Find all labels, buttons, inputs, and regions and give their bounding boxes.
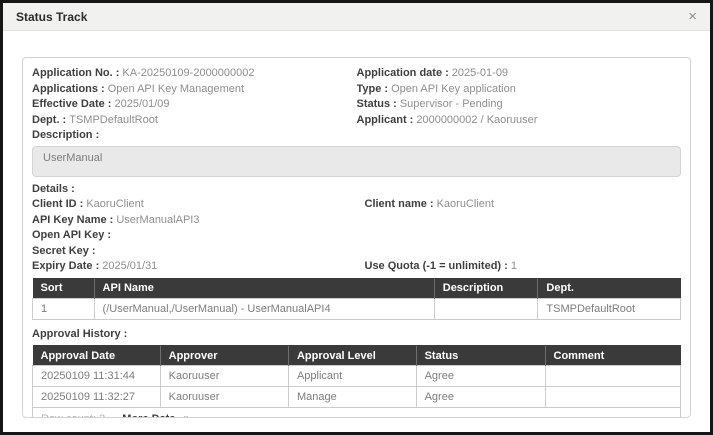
approval-header-approver: Approver (160, 346, 288, 366)
field-description: Description : (32, 128, 357, 144)
field-dept-label: Dept. : (32, 114, 66, 126)
field-expiry-date: Expiry Date :2025/01/31 (32, 259, 357, 275)
field-client-name-label: Client name : (365, 198, 434, 210)
approval-header-date: Approval Date (33, 346, 161, 366)
row-count-value: 2 (99, 413, 105, 418)
field-status: Status :Supervisor - Pending (357, 97, 682, 113)
field-client-id-label: Client ID : (32, 198, 83, 210)
field-open-api-key-label: Open API Key : (32, 229, 111, 241)
api-table: Sort API Name Description Dept. 1 (/User… (32, 278, 681, 320)
modal-body: Application No. :KA-20250109-2000000002 … (3, 31, 710, 418)
field-description-label: Description : (32, 129, 99, 141)
field-dept-value: TSMPDefaultRoot (69, 114, 158, 126)
field-effective-date: Effective Date :2025/01/09 (32, 97, 357, 113)
details-right: Client name :KaoruClient Use Quota (-1 =… (357, 182, 682, 275)
field-api-key-name: API Key Name :UserManualAPI3 (32, 213, 357, 229)
approval-history-table: Approval Date Approver Approval Level St… (32, 345, 681, 418)
field-dept: Dept. :TSMPDefaultRoot (32, 113, 357, 129)
approval-cell-date: 20250109 11:32:27 (33, 387, 161, 408)
field-expiry-date-label: Expiry Date : (32, 260, 99, 272)
api-table-header-sort: Sort (33, 278, 95, 298)
row-count-label: Row count: (41, 413, 96, 418)
field-application-date: Application date :2025-01-09 (357, 66, 682, 82)
api-table-row: 1 (/UserManual,/UserManual) - UserManual… (33, 298, 681, 319)
close-icon[interactable]: × (688, 9, 697, 24)
approval-cell-date: 20250109 11:31:44 (33, 366, 161, 387)
field-use-quota-value: 1 (511, 260, 517, 272)
field-type-value: Open API Key application (391, 83, 516, 95)
field-application-no-value: KA-20250109-2000000002 (122, 67, 254, 79)
approval-table-footer: Row count: 2 More Data » (33, 408, 681, 419)
field-secret-key: Secret Key : (32, 244, 357, 260)
approval-history-heading: Approval History : (32, 327, 681, 343)
api-table-cell-api-name: (/UserManual,/UserManual) - UserManualAP… (94, 298, 434, 319)
api-table-cell-description (434, 298, 538, 319)
field-applications-label: Applications : (32, 83, 105, 95)
field-client-name: Client name :KaoruClient (365, 197, 682, 213)
approval-cell-approver: Kaoruuser (160, 387, 288, 408)
approval-header-comment: Comment (545, 346, 680, 366)
details-heading: Details : (32, 182, 357, 198)
field-status-label: Status : (357, 98, 397, 110)
modal-header: Status Track × (3, 3, 710, 31)
description-textarea[interactable]: UserManual (32, 146, 681, 177)
approval-table-row: 20250109 11:31:44 Kaoruuser Applicant Ag… (33, 366, 681, 387)
field-open-api-key: Open API Key : (32, 228, 357, 244)
double-chevron-right-icon[interactable]: » (184, 413, 190, 418)
application-info-left: Application No. :KA-20250109-2000000002 … (32, 66, 357, 144)
approval-table-row: 20250109 11:32:27 Kaoruuser Manage Agree (33, 387, 681, 408)
status-track-modal: Status Track × Application No. :KA-20250… (0, 0, 713, 435)
approval-cell-comment (545, 387, 680, 408)
field-client-name-value: KaoruClient (437, 198, 494, 210)
field-application-no: Application No. :KA-20250109-2000000002 (32, 66, 357, 82)
modal-title: Status Track (16, 10, 87, 24)
field-application-no-label: Application No. : (32, 67, 119, 79)
approval-header-status: Status (416, 346, 545, 366)
api-table-header-dept: Dept. (538, 278, 681, 298)
field-applicant: Applicant :2000000002 / Kaoruuser (357, 113, 682, 129)
field-effective-date-label: Effective Date : (32, 98, 111, 110)
field-expiry-date-value: 2025/01/31 (102, 260, 157, 272)
api-table-cell-sort: 1 (33, 298, 95, 319)
application-info-right: Application date :2025-01-09 Type :Open … (357, 66, 682, 144)
field-status-value: Supervisor - Pending (400, 98, 503, 110)
field-api-key-name-label: API Key Name : (32, 214, 113, 226)
api-table-header-description: Description (434, 278, 538, 298)
field-applicant-label: Applicant : (357, 114, 414, 126)
approval-cell-level: Manage (288, 387, 416, 408)
approval-cell-level: Applicant (288, 366, 416, 387)
more-data-link[interactable]: More Data (122, 413, 175, 418)
field-effective-date-value: 2025/01/09 (114, 98, 169, 110)
details-section: Details : Client ID :KaoruClient API Key… (32, 182, 681, 275)
details-left: Details : Client ID :KaoruClient API Key… (32, 182, 357, 275)
approval-cell-status: Agree (416, 366, 545, 387)
content-panel: Application No. :KA-20250109-2000000002 … (22, 57, 691, 418)
approval-table-header-row: Approval Date Approver Approval Level St… (33, 346, 681, 366)
application-info: Application No. :KA-20250109-2000000002 … (32, 66, 681, 144)
approval-cell-comment (545, 366, 680, 387)
field-type: Type :Open API Key application (357, 82, 682, 98)
field-api-key-name-value: UserManualAPI3 (116, 214, 199, 226)
approval-cell-approver: Kaoruuser (160, 366, 288, 387)
field-applications-value: Open API Key Management (108, 83, 244, 95)
field-application-date-value: 2025-01-09 (452, 67, 508, 79)
api-table-cell-dept: TSMPDefaultRoot (538, 298, 681, 319)
api-table-header-api-name: API Name (94, 278, 434, 298)
field-applications: Applications :Open API Key Management (32, 82, 357, 98)
api-table-header-row: Sort API Name Description Dept. (33, 278, 681, 298)
field-secret-key-label: Secret Key : (32, 245, 96, 257)
field-applicant-value: 2000000002 / Kaoruuser (416, 114, 537, 126)
approval-header-level: Approval Level (288, 346, 416, 366)
approval-table-footer-row: Row count: 2 More Data » (33, 408, 681, 419)
field-use-quota: Use Quota (-1 = unlimited) :1 (365, 259, 682, 275)
approval-cell-status: Agree (416, 387, 545, 408)
field-client-id-value: KaoruClient (86, 198, 143, 210)
field-use-quota-label: Use Quota (-1 = unlimited) : (365, 260, 508, 272)
field-client-id: Client ID :KaoruClient (32, 197, 357, 213)
field-type-label: Type : (357, 83, 389, 95)
field-application-date-label: Application date : (357, 67, 449, 79)
